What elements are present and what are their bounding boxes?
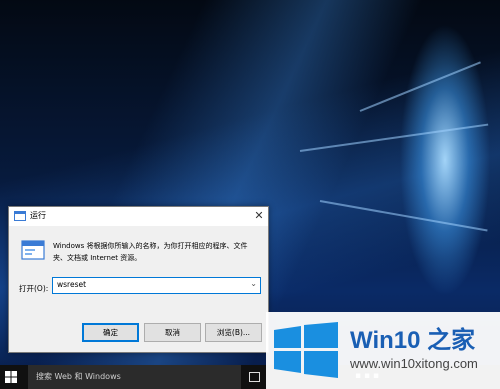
open-input[interactable]: wsreset xyxy=(57,280,86,289)
run-icon xyxy=(14,211,26,221)
windows-start-icon[interactable] xyxy=(5,371,17,383)
cancel-button[interactable]: 取消 xyxy=(144,323,201,342)
chevron-down-icon[interactable]: ⌄ xyxy=(250,279,257,288)
task-view-icon[interactable] xyxy=(249,372,260,382)
browse-button[interactable]: 浏览(B)... xyxy=(205,323,262,342)
run-program-icon xyxy=(21,240,45,260)
open-combobox[interactable]: wsreset ⌄ xyxy=(52,277,261,294)
search-placeholder: 搜索 Web 和 Windows xyxy=(36,372,121,381)
ok-button[interactable]: 确定 xyxy=(82,323,139,342)
dialog-title: 运行 xyxy=(30,211,46,220)
light-streak xyxy=(359,61,481,112)
watermark-url: www.win10xitong.com xyxy=(350,356,478,371)
dialog-titlebar[interactable]: 运行 ✕ xyxy=(9,207,268,226)
watermark-title: Win10 之家 xyxy=(350,327,476,354)
light-streak xyxy=(319,200,488,232)
run-dialog: 运行 ✕ Windows 将根据你所输入的名称，为你打开相应的程序、文件夹、文档… xyxy=(8,206,269,353)
windows-logo-icon xyxy=(274,322,338,378)
close-icon[interactable]: ✕ xyxy=(252,208,266,224)
watermark: Win10 之家 www.win10xitong.com xyxy=(266,312,500,389)
open-label: 打开(O): xyxy=(19,284,49,293)
taskbar-search-box[interactable]: 搜索 Web 和 Windows xyxy=(28,365,241,389)
dialog-description: Windows 将根据你所输入的名称，为你打开相应的程序、文件夹、文档或 Int… xyxy=(53,242,248,262)
light-streak xyxy=(299,123,489,152)
dialog-button-bar: 确定 取消 浏览(B)... xyxy=(9,312,268,352)
